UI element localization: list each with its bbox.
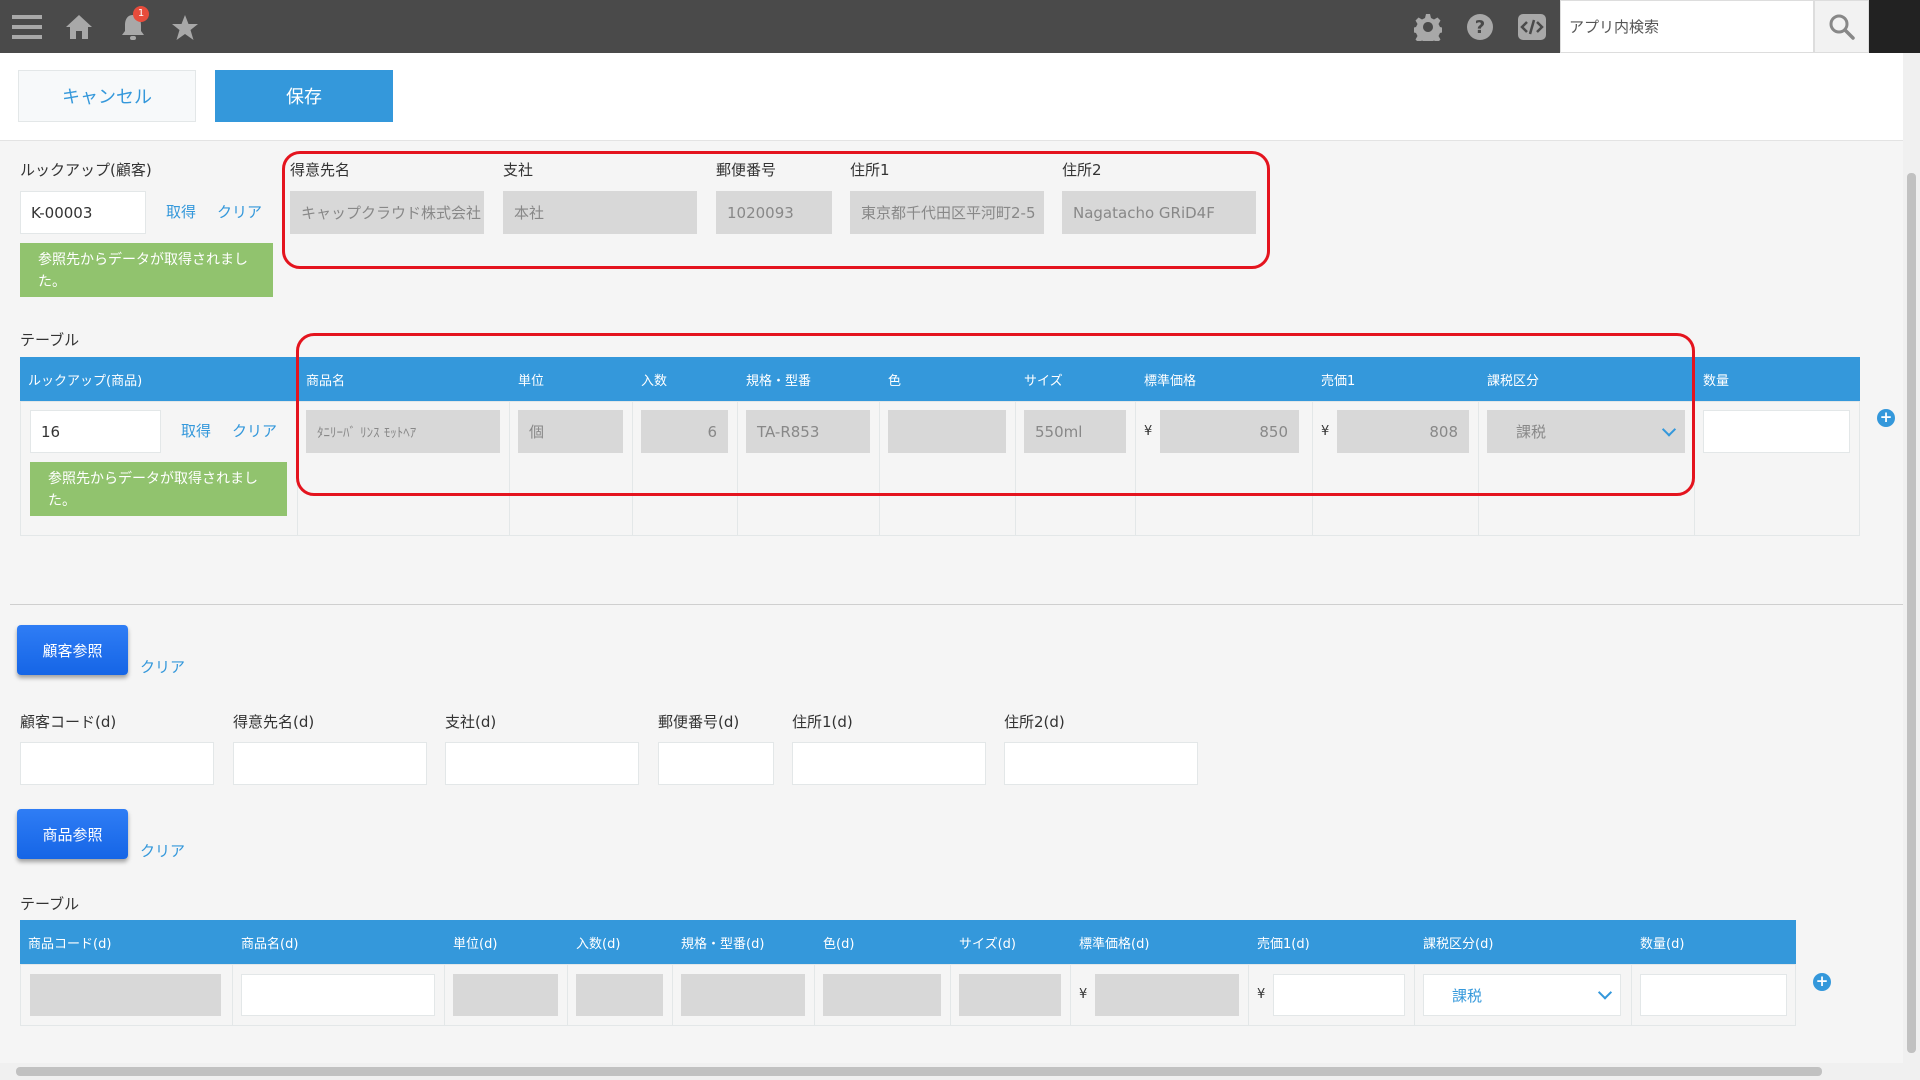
search-input[interactable] — [1569, 13, 1805, 41]
table2-header: 商品コード(d) 商品名(d) 単位(d) 入数(d) 規格・型番(d) 色(d… — [20, 920, 1796, 964]
postal-code-d-input[interactable] — [658, 742, 774, 785]
qty-d-input[interactable] — [1640, 974, 1787, 1016]
address2-d-label: 住所2(d) — [1004, 713, 1065, 731]
customer-name-d-input[interactable] — [233, 742, 427, 785]
qty-per-d-field — [576, 974, 663, 1016]
search-button[interactable] — [1814, 0, 1869, 53]
vertical-scrollbar[interactable] — [1903, 53, 1920, 1080]
table1-header-lookup: ルックアップ(商品) — [28, 373, 143, 389]
address1-d-input[interactable] — [792, 742, 986, 785]
size-d-field — [959, 974, 1061, 1016]
highlight-box-table — [296, 333, 1695, 496]
table2-header-price1: 売価1(d) — [1257, 936, 1310, 952]
table2-header-size: サイズ(d) — [959, 936, 1017, 952]
highlight-box-customer — [282, 151, 1270, 269]
customer-ref-button[interactable]: 顧客参照 — [17, 625, 128, 675]
color-d-field — [823, 974, 941, 1016]
customer-code-d-label: 顧客コード(d) — [20, 713, 117, 731]
header-edge — [1869, 0, 1920, 53]
search-box — [1560, 0, 1814, 53]
lookup-product-input[interactable]: 16 — [30, 410, 161, 453]
table2-header-qty-per: 入数(d) — [576, 936, 621, 952]
customer-ref-clear-link[interactable]: クリア — [140, 656, 185, 677]
save-button[interactable]: 保存 — [215, 70, 393, 122]
branch-d-label: 支社(d) — [445, 713, 497, 731]
code-icon[interactable] — [1515, 10, 1549, 44]
std-price-d-field — [1095, 974, 1239, 1016]
table2-header-unit: 単位(d) — [453, 936, 498, 952]
horizontal-scrollbar-thumb[interactable] — [16, 1067, 1822, 1076]
address1-d-label: 住所1(d) — [792, 713, 853, 731]
add-row-icon[interactable]: + — [1877, 409, 1895, 427]
postal-code-d-label: 郵便番号(d) — [658, 713, 740, 731]
spec-d-field — [681, 974, 805, 1016]
customer-code-d-input[interactable] — [20, 742, 214, 785]
qty-input[interactable] — [1703, 410, 1850, 453]
tax-d-select-value: 課税 — [1452, 986, 1483, 1005]
table2-header-std-price: 標準価格(d) — [1079, 936, 1150, 952]
star-icon[interactable] — [168, 10, 202, 44]
chevron-down-icon — [1597, 985, 1613, 1000]
table2-header-qty: 数量(d) — [1640, 936, 1685, 952]
table2-header-product-name: 商品名(d) — [241, 936, 299, 952]
record-toolbar: キャンセル 保存 — [0, 53, 1903, 141]
menu-icon[interactable] — [10, 10, 44, 44]
table1-title: テーブル — [20, 331, 80, 349]
global-header: 1 ? — [0, 0, 1920, 53]
svg-text:?: ? — [1475, 17, 1485, 38]
product-ref-clear-link[interactable]: クリア — [140, 840, 185, 861]
tax-d-select[interactable]: 課税 — [1423, 974, 1621, 1016]
lookup-product-message: 参照先からデータが取得されました。 — [30, 462, 287, 516]
unit-d-field — [453, 974, 558, 1016]
divider — [10, 604, 1903, 605]
cancel-button[interactable]: キャンセル — [18, 70, 196, 122]
price1-d-currency: ¥ — [1257, 987, 1266, 1002]
lookup-customer-message: 参照先からデータが取得されました。 — [20, 243, 273, 297]
lookup-customer-input[interactable]: K-00003 — [20, 191, 146, 234]
product-ref-button[interactable]: 商品参照 — [17, 809, 128, 859]
vertical-scrollbar-thumb[interactable] — [1907, 173, 1916, 1053]
product-code-d-field — [30, 974, 221, 1016]
table2-header-color: 色(d) — [823, 936, 855, 952]
branch-d-input[interactable] — [445, 742, 639, 785]
gear-icon[interactable] — [1411, 10, 1445, 44]
lookup-customer-label: ルックアップ(顧客) — [20, 161, 152, 179]
lookup-customer-clear-link[interactable]: クリア — [217, 201, 262, 222]
add-row-icon[interactable]: + — [1813, 973, 1831, 991]
notification-badge: 1 — [133, 6, 149, 22]
price1-d-input[interactable] — [1273, 974, 1405, 1016]
help-icon[interactable]: ? — [1463, 10, 1497, 44]
lookup-product-clear-link[interactable]: クリア — [232, 420, 277, 441]
home-icon[interactable] — [62, 10, 96, 44]
address2-d-input[interactable] — [1004, 742, 1198, 785]
search-icon — [1829, 14, 1855, 40]
table1-header-qty: 数量 — [1703, 373, 1730, 389]
table2-header-product-code: 商品コード(d) — [28, 936, 112, 952]
std-price-d-currency: ¥ — [1079, 987, 1088, 1002]
table2-title: テーブル — [20, 895, 80, 913]
product-name-d-input[interactable] — [241, 974, 435, 1016]
horizontal-scrollbar[interactable] — [0, 1063, 1903, 1080]
customer-name-d-label: 得意先名(d) — [233, 713, 315, 731]
table2-header-spec: 規格・型番(d) — [681, 936, 765, 952]
lookup-customer-get-link[interactable]: 取得 — [166, 201, 196, 222]
table2-header-tax: 課税区分(d) — [1423, 936, 1494, 952]
lookup-product-get-link[interactable]: 取得 — [181, 420, 211, 441]
